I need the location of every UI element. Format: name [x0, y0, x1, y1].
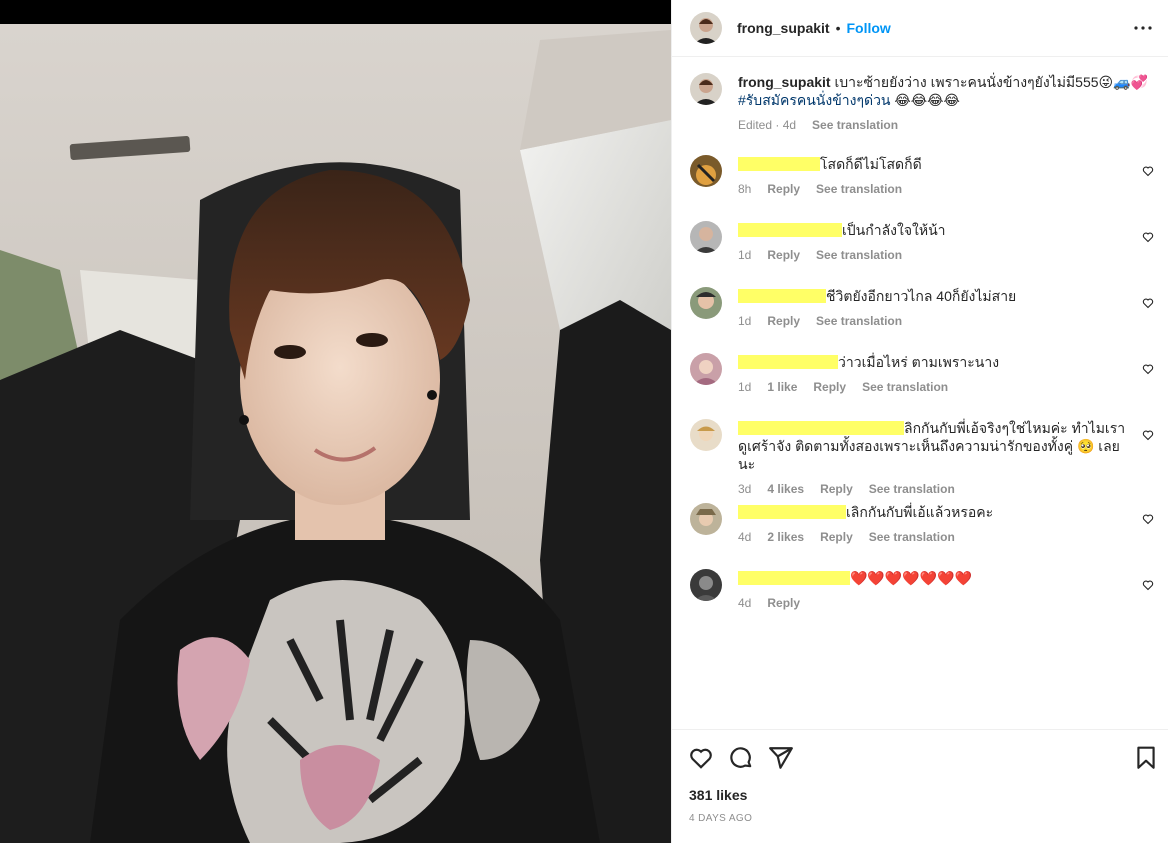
redacted-username — [738, 355, 838, 369]
post-photo[interactable] — [0, 0, 671, 843]
caption-edited-time[interactable]: Edited · 4d — [738, 118, 796, 132]
comment-text: ชีวิตยังอีกยาวไกล 40ก็ยังไม่สาย — [826, 288, 1017, 304]
redacted-username — [738, 223, 842, 237]
commenter-avatar[interactable] — [690, 221, 722, 253]
comment-time[interactable]: 1d — [738, 248, 751, 262]
likes-count[interactable]: 381 likes — [689, 787, 747, 803]
caption-emojis: 😂😂😂😂 — [890, 92, 960, 108]
heart-icon[interactable] — [688, 745, 714, 771]
post-timestamp[interactable]: 4 days ago — [689, 813, 752, 824]
caption-username[interactable]: frong_supakit — [738, 74, 831, 90]
see-translation-button[interactable]: See translation — [869, 530, 955, 544]
like-comment-heart-icon[interactable] — [1142, 231, 1154, 243]
reply-button[interactable]: Reply — [820, 530, 853, 544]
comment-text: เลิกกันกับพี่เอ้แล้วหรอคะ — [846, 504, 994, 520]
caption-hashtag[interactable]: #รับสมัครคนนั่งข้างๆด่วน — [738, 92, 891, 108]
comment-likes-count[interactable]: 4 likes — [767, 482, 804, 496]
comment-text: โสดก็ดีไม่โสดก็ดี — [820, 156, 922, 172]
post-detail-panel: frong_supakit • Follow frong_supakit เบา… — [671, 0, 1168, 843]
redacted-username — [738, 157, 820, 171]
caption-text: เบาะซ้ายยังว่าง เพราะคนนั่งข้างๆยังไม่มี… — [834, 74, 1148, 90]
see-translation-button[interactable]: See translation — [816, 182, 902, 196]
reply-button[interactable]: Reply — [820, 482, 853, 496]
like-comment-heart-icon[interactable] — [1142, 429, 1154, 441]
comment-time[interactable]: 1d — [738, 314, 751, 328]
reply-button[interactable]: Reply — [767, 314, 800, 328]
like-comment-heart-icon[interactable] — [1142, 579, 1154, 591]
share-icon[interactable] — [768, 745, 794, 771]
reply-button[interactable]: Reply — [767, 248, 800, 262]
see-translation-button[interactable]: See translation — [816, 248, 902, 262]
selfie-image — [0, 0, 671, 843]
redacted-username — [738, 289, 826, 303]
redacted-username — [738, 421, 904, 435]
follow-button[interactable]: Follow — [846, 20, 890, 36]
comment-text: ❤️❤️❤️❤️❤️❤️❤️ — [850, 570, 973, 586]
comment-likes-count[interactable]: 2 likes — [767, 530, 804, 544]
reply-button[interactable]: Reply — [767, 596, 800, 610]
comment-time[interactable]: 4d — [738, 530, 751, 544]
comment-likes-count[interactable]: 1 like — [767, 380, 797, 394]
comment-text: เป็นกำลังใจให้น้า — [842, 222, 946, 238]
like-comment-heart-icon[interactable] — [1142, 297, 1154, 309]
see-translation-button[interactable]: See translation — [869, 482, 955, 496]
reply-button[interactable]: Reply — [813, 380, 846, 394]
author-avatar[interactable] — [690, 12, 722, 44]
commenter-avatar[interactable] — [690, 503, 722, 535]
comment-time[interactable]: 1d — [738, 380, 751, 394]
see-translation-button[interactable]: See translation — [862, 380, 948, 394]
post-header: frong_supakit • Follow — [672, 0, 1168, 57]
author-username[interactable]: frong_supakit — [737, 20, 830, 36]
reply-button[interactable]: Reply — [767, 182, 800, 196]
commenter-avatar[interactable] — [690, 569, 722, 601]
commenter-avatar[interactable] — [690, 155, 722, 187]
comment-time[interactable]: 4d — [738, 596, 751, 610]
more-options-icon[interactable] — [1131, 16, 1155, 40]
redacted-username — [738, 505, 846, 519]
commenter-avatar[interactable] — [690, 353, 722, 385]
comment-time[interactable]: 8h — [738, 182, 751, 196]
redacted-username — [738, 571, 850, 585]
comments-list[interactable]: frong_supakit เบาะซ้ายยังว่าง เพราะคนนั่… — [672, 57, 1168, 729]
comment-icon[interactable] — [728, 745, 754, 771]
separator-dot: • — [835, 20, 841, 36]
like-comment-heart-icon[interactable] — [1142, 513, 1154, 525]
comment-text: ว่าวเมื่อไหร่ ตามเพราะนาง — [838, 354, 1000, 370]
like-comment-heart-icon[interactable] — [1142, 363, 1154, 375]
bookmark-icon[interactable] — [1133, 745, 1159, 771]
see-translation-button[interactable]: See translation — [816, 314, 902, 328]
commenter-avatar[interactable] — [690, 287, 722, 319]
caption-avatar[interactable] — [690, 73, 722, 105]
caption-see-translation[interactable]: See translation — [812, 118, 898, 132]
comment-time[interactable]: 3d — [738, 482, 751, 496]
like-comment-heart-icon[interactable] — [1142, 165, 1154, 177]
post-actions: 381 likes 4 days ago — [672, 729, 1168, 843]
commenter-avatar[interactable] — [690, 419, 722, 451]
